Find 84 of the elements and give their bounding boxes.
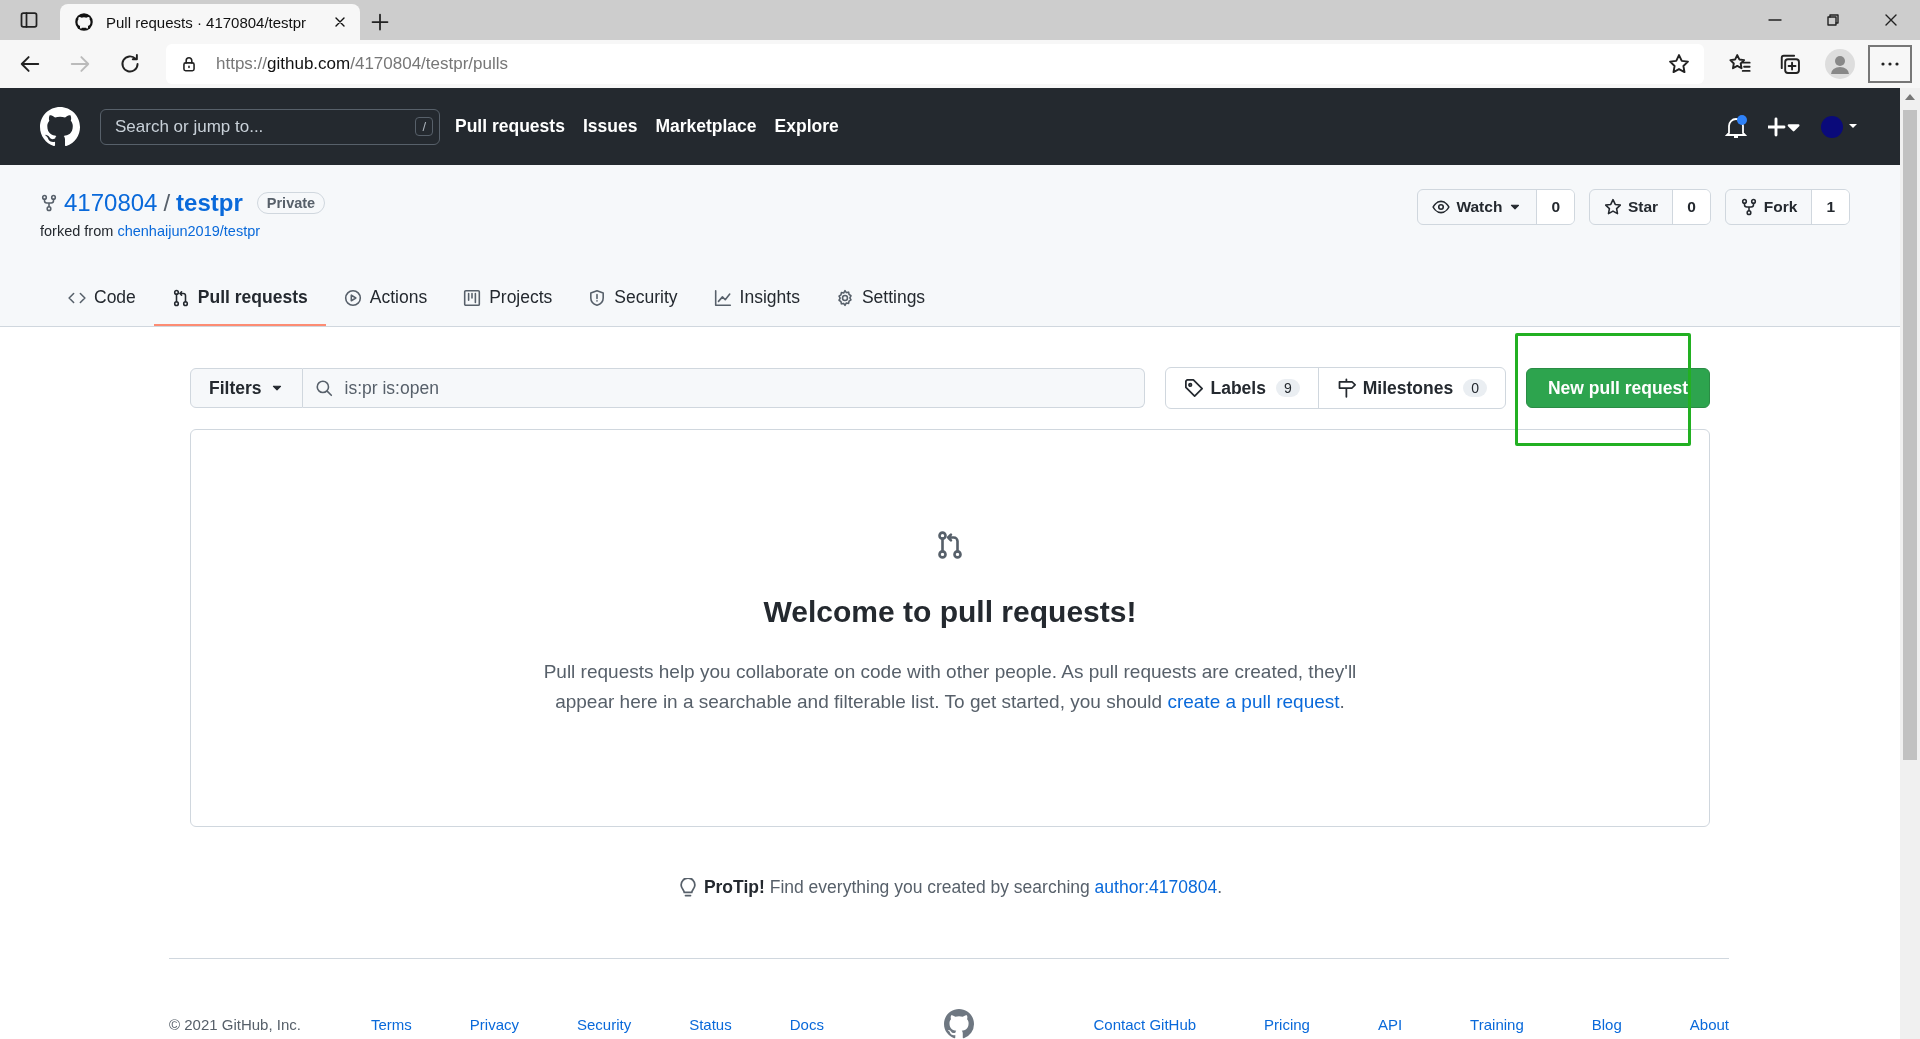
- restore-icon: [1825, 12, 1841, 28]
- repo-tab[interactable]: Actions: [325, 275, 446, 326]
- favorite-add-icon: [1668, 53, 1690, 75]
- milestones-button[interactable]: Milestones 0: [1317, 368, 1505, 408]
- star-button[interactable]: Star: [1590, 190, 1673, 224]
- more-dots-icon: [1881, 62, 1899, 66]
- labels-count: 9: [1275, 379, 1300, 397]
- watch-count[interactable]: 0: [1536, 190, 1574, 224]
- fork-icon: [40, 194, 58, 212]
- header-nav-link[interactable]: Marketplace: [655, 116, 757, 137]
- eye-icon: [1432, 198, 1451, 216]
- fork-button[interactable]: Fork: [1725, 190, 1812, 224]
- watch-button[interactable]: Watch: [1418, 190, 1537, 224]
- empty-state-title: Welcome to pull requests!: [763, 595, 1137, 629]
- pull-request-icon: [935, 530, 965, 560]
- profile-avatar-icon[interactable]: [1825, 49, 1855, 79]
- back-arrow-icon: [19, 53, 41, 75]
- forked-from-label: forked from: [40, 223, 114, 239]
- footer-link[interactable]: About: [1689, 1015, 1729, 1033]
- milestones-count: 0: [1463, 379, 1487, 397]
- collections-icon: [1779, 53, 1801, 75]
- footer-link[interactable]: Docs: [789, 1015, 824, 1033]
- repo-tab[interactable]: Settings: [817, 275, 944, 326]
- footer-link[interactable]: Pricing: [1264, 1015, 1310, 1033]
- fork-source-link[interactable]: chenhaijun2019/testpr: [117, 223, 261, 239]
- scrollbar[interactable]: [1900, 88, 1920, 1039]
- more-menu-button[interactable]: [1868, 45, 1912, 83]
- browser-tab[interactable]: Pull requests · 4170804/testpr: [60, 4, 360, 40]
- star-count[interactable]: 0: [1672, 190, 1710, 224]
- footer-link[interactable]: Privacy: [469, 1015, 519, 1033]
- search-icon: [314, 379, 333, 397]
- scroll-up-arrow-icon[interactable]: [1905, 94, 1915, 100]
- footer-link[interactable]: Blog: [1591, 1015, 1622, 1033]
- filters-dropdown[interactable]: Filters: [190, 368, 303, 408]
- gear-icon: [835, 288, 854, 307]
- repo-owner-link[interactable]: 4170804: [64, 189, 158, 217]
- create-pull-request-link[interactable]: create a pull request: [1167, 691, 1340, 713]
- notification-bell-icon[interactable]: [1724, 113, 1748, 140]
- repo-name-link[interactable]: testpr: [176, 189, 243, 217]
- path-separator: /: [163, 189, 171, 217]
- tag-icon: [1184, 378, 1205, 398]
- pull-request-icon: [171, 288, 190, 307]
- footer-link[interactable]: API: [1377, 1015, 1403, 1033]
- forward-arrow-icon: [69, 53, 91, 75]
- fork-count[interactable]: 1: [1811, 190, 1849, 224]
- repo-tab[interactable]: Code: [50, 275, 154, 326]
- footer-link[interactable]: Contact GitHub: [1093, 1015, 1197, 1033]
- header-nav-link[interactable]: Pull requests: [455, 116, 565, 137]
- repo-tab[interactable]: Security: [570, 275, 696, 326]
- footer-link[interactable]: Security: [577, 1015, 632, 1033]
- reload-icon: [119, 53, 141, 75]
- line-graph-icon: [713, 288, 732, 307]
- milestone-signpost-icon: [1336, 378, 1357, 398]
- lightbulb-icon: [677, 877, 698, 898]
- footer-link[interactable]: Terms: [370, 1015, 412, 1033]
- slash-key-hint: /: [415, 117, 433, 136]
- play-circle-icon: [343, 288, 362, 307]
- empty-state-text: Pull requests help you collaborate on code with other people. As pull requests are created, they'll appear here in a searchable and filterable list. To get started, you should create a pull request.: [542, 660, 1358, 715]
- footer-link[interactable]: Training: [1470, 1015, 1524, 1033]
- lock-icon: [180, 55, 198, 73]
- star-icon: [1604, 198, 1622, 216]
- url-text: https://github.com/4170804/testpr/pulls: [216, 54, 509, 74]
- address-bar[interactable]: https://github.com/4170804/testpr/pulls: [166, 44, 1704, 84]
- github-logo-icon[interactable]: [40, 106, 80, 147]
- browser-tab-title: Pull requests · 4170804/testpr: [106, 13, 308, 31]
- search-field[interactable]: Search or jump to... /: [100, 108, 440, 145]
- project-board-icon: [463, 288, 482, 307]
- protip-text: ProTip! Find everything you created by searching author:4170804.: [703, 877, 1223, 898]
- shield-icon: [588, 288, 607, 307]
- author-search-link[interactable]: author:4170804: [1094, 877, 1218, 897]
- close-icon: [1883, 12, 1899, 28]
- sidebar-toggle-icon: [19, 10, 39, 30]
- repo-tab[interactable]: Projects: [445, 275, 571, 326]
- repo-tab[interactable]: Insights: [695, 275, 818, 326]
- copyright-text: © 2021 GitHub, Inc.: [169, 1015, 301, 1033]
- fork-icon: [1739, 198, 1758, 216]
- labels-button[interactable]: Labels 9: [1166, 368, 1318, 408]
- filter-search-field[interactable]: is:pr is:open: [302, 368, 1146, 408]
- favorites-list-icon: [1729, 53, 1751, 75]
- header-nav-link[interactable]: Issues: [582, 116, 638, 137]
- repo-tab[interactable]: Pull requests: [153, 275, 326, 326]
- footer-link[interactable]: Status: [689, 1015, 732, 1033]
- header-nav-link[interactable]: Explore: [774, 116, 839, 137]
- plus-icon: [370, 12, 390, 32]
